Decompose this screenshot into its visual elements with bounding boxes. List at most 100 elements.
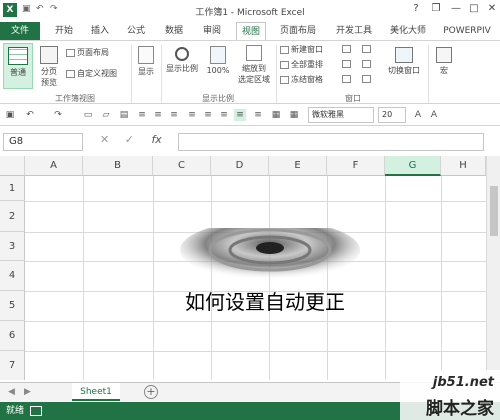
new-window-button[interactable]: 新建窗口 [280, 44, 323, 55]
open-icon[interactable]: ▱ [100, 109, 112, 121]
page-layout-label: 页面布局 [77, 48, 109, 57]
ribbon-display-button[interactable]: ❐ [428, 3, 444, 17]
column-header-g[interactable]: G [385, 156, 441, 176]
page-layout-button[interactable]: 页面布局 [66, 47, 109, 58]
border-icon[interactable]: ▦ [288, 109, 300, 121]
column-header-c[interactable]: C [153, 156, 211, 176]
tab-data[interactable]: 数据 [160, 22, 188, 40]
custom-view-button[interactable]: 自定义视图 [66, 68, 117, 79]
unhide-button[interactable] [342, 74, 353, 83]
vertical-scrollbar[interactable] [486, 156, 500, 380]
arrange-all-button[interactable]: 全部重排 [280, 59, 323, 70]
wrap-text-icon[interactable]: ≡ [234, 109, 246, 121]
zoom-selection-label-2: 选定区域 [238, 75, 270, 84]
row-header-2[interactable]: 2 [0, 201, 25, 232]
align-top-icon[interactable]: ≡ [186, 109, 198, 121]
row-header-3[interactable]: 3 [0, 232, 25, 261]
watermark-url: jb51.net [432, 375, 494, 390]
formula-input[interactable] [178, 133, 484, 151]
redo-icon[interactable]: ↷ [52, 109, 64, 121]
freeze-label: 冻结窗格 [291, 75, 323, 84]
minimize-button[interactable]: — [448, 3, 464, 17]
column-header-b[interactable]: B [83, 156, 153, 176]
view-side-by-side-button[interactable] [362, 44, 373, 53]
help-button[interactable]: ? [408, 3, 424, 17]
add-sheet-button[interactable]: + [144, 385, 158, 399]
zoom-100-button[interactable]: 100% [204, 43, 232, 89]
sync-scroll-button[interactable] [362, 59, 373, 68]
select-all-corner[interactable] [0, 156, 25, 176]
close-button[interactable]: ✕ [484, 3, 500, 17]
column-header-f[interactable]: F [327, 156, 385, 176]
switch-window-button[interactable]: 切换窗口 [382, 43, 426, 89]
increase-font-icon[interactable]: A [412, 109, 424, 121]
tab-formulas[interactable]: 公式 [122, 22, 150, 40]
zoom-to-selection-button[interactable]: 缩放到 选定区域 [234, 43, 274, 89]
side-by-side-icon [362, 44, 371, 53]
tab-view[interactable]: 视图 [236, 22, 266, 40]
column-header-d[interactable]: D [211, 156, 269, 176]
row-header-7[interactable]: 7 [0, 351, 25, 380]
row-header-5[interactable]: 5 [0, 291, 25, 321]
gridline [83, 176, 84, 380]
split-icon [342, 44, 351, 53]
show-button[interactable]: 显示 [134, 43, 158, 89]
maximize-button[interactable]: □ [466, 3, 482, 17]
column-header-e[interactable]: E [269, 156, 327, 176]
freeze-icon [280, 75, 289, 84]
insert-function-icon[interactable]: fx [151, 133, 161, 146]
hide-button[interactable] [342, 59, 353, 68]
name-box[interactable]: G8 [3, 133, 83, 151]
tab-developer[interactable]: 开发工具 [330, 22, 378, 40]
switch-window-icon [395, 47, 413, 63]
row-header-6[interactable]: 6 [0, 321, 25, 351]
tab-insert[interactable]: 插入 [86, 22, 114, 40]
split-button[interactable] [342, 44, 353, 53]
merge-icon[interactable]: ▦ [270, 109, 282, 121]
align-bottom-icon[interactable]: ≡ [218, 109, 230, 121]
ribbon-tabs: 文件 开始 插入 公式 数据 审阅 视图 页面布局 开发工具 美化大师 POWE… [0, 22, 500, 40]
zoom-label: 显示比例 [166, 64, 198, 73]
tab-beautify[interactable]: 美化大师 [384, 22, 432, 40]
align-right-icon[interactable]: ≡ [168, 109, 180, 121]
undo-icon[interactable]: ↶ [24, 109, 36, 121]
zoom-button[interactable]: 显示比例 [164, 43, 200, 89]
reset-position-button[interactable] [362, 74, 373, 83]
next-sheet-icon[interactable]: ▶ [24, 387, 31, 397]
tab-page-layout[interactable]: 页面布局 [274, 22, 322, 40]
column-header-a[interactable]: A [25, 156, 83, 176]
tab-home[interactable]: 开始 [50, 22, 78, 40]
font-name-select[interactable]: 微软雅黑 [308, 107, 374, 123]
new-icon[interactable]: ▭ [82, 109, 94, 121]
save-icon[interactable]: ▣ [4, 109, 16, 121]
align-left-icon[interactable]: ≡ [136, 109, 148, 121]
gridline [25, 321, 486, 322]
page-break-preview-button[interactable]: 分页 预览 [35, 43, 63, 89]
font-size-select[interactable]: 20 [378, 107, 406, 123]
normal-view-button[interactable]: 普通 [3, 43, 33, 89]
prev-sheet-icon[interactable]: ◀ [8, 387, 15, 397]
tab-review[interactable]: 审阅 [198, 22, 226, 40]
gridline [269, 176, 270, 380]
tab-file[interactable]: 文件 [0, 22, 40, 40]
macro-record-icon[interactable] [30, 406, 42, 416]
show-icon [138, 46, 154, 64]
align-center-icon[interactable]: ≡ [152, 109, 164, 121]
indent-icon[interactable]: ≡ [252, 109, 264, 121]
column-header-h[interactable]: H [441, 156, 486, 176]
enter-icon[interactable]: ✓ [125, 133, 134, 146]
group-window: 窗口 [345, 94, 361, 103]
row-header-1[interactable]: 1 [0, 176, 25, 201]
freeze-panes-button[interactable]: 冻结窗格 [280, 74, 323, 85]
watermark-text: 脚本之家 [426, 399, 494, 419]
row-header-4[interactable]: 4 [0, 261, 25, 291]
sheet-tab-sheet1[interactable]: Sheet1 [72, 383, 120, 401]
unhide-icon [342, 74, 351, 83]
tab-powerpivot[interactable]: POWERPIV [438, 22, 496, 40]
align-middle-icon[interactable]: ≡ [202, 109, 214, 121]
print-icon[interactable]: ▤ [118, 109, 130, 121]
scroll-thumb[interactable] [490, 186, 498, 236]
cancel-icon[interactable]: ✕ [100, 133, 109, 146]
decrease-font-icon[interactable]: A [428, 109, 440, 121]
macro-button[interactable]: 宏 [432, 43, 456, 89]
